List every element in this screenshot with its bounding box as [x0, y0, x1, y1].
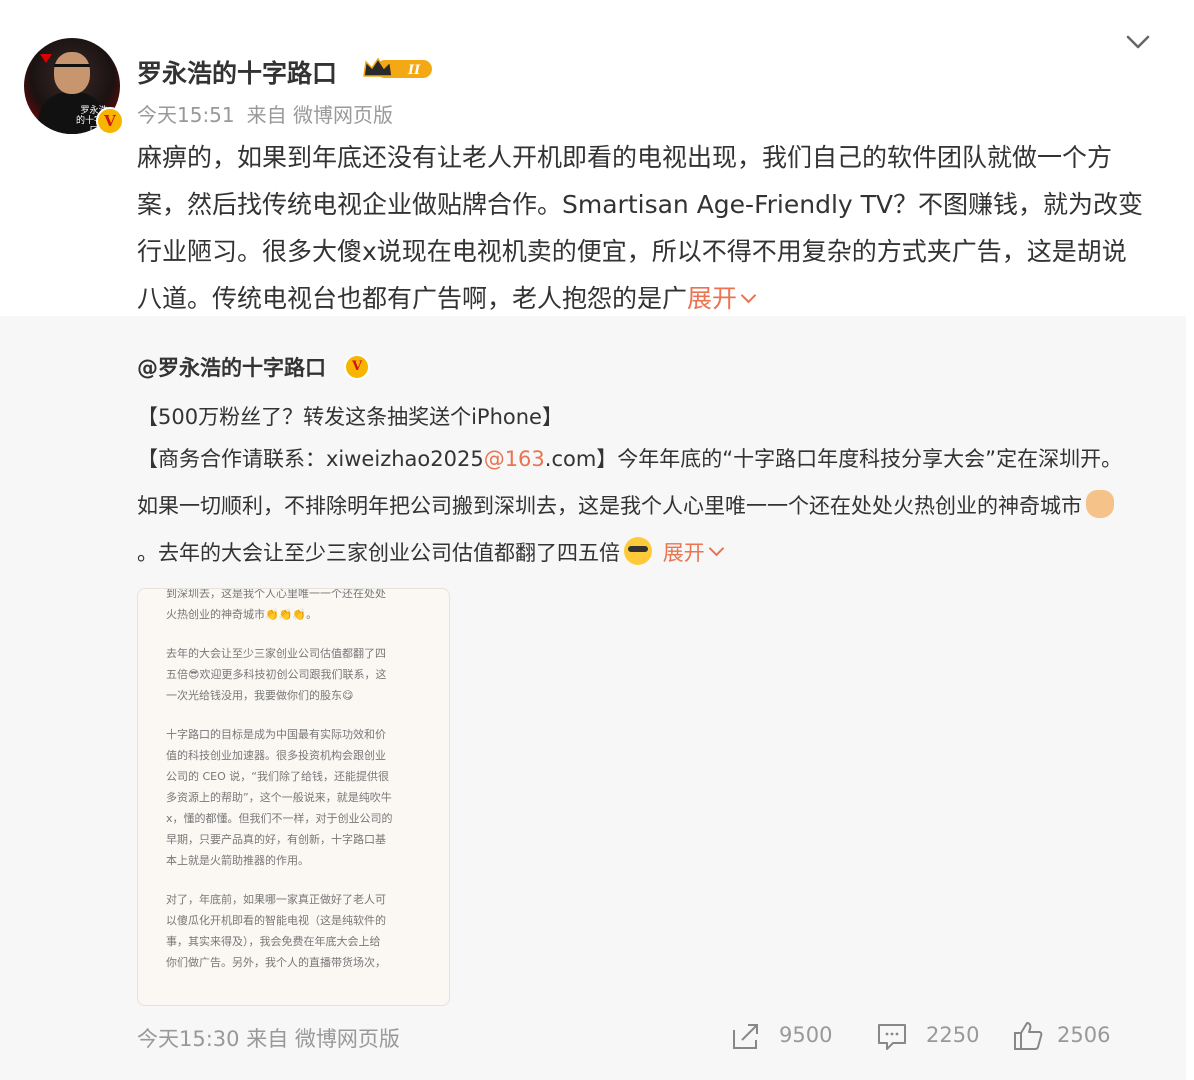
verified-badge-icon: V — [96, 107, 124, 135]
image-text-line — [138, 706, 449, 724]
image-text-line: 早期，只要产品真的好，有创新，十字路口基 — [166, 833, 386, 846]
image-text-line: x，懂的都懂。但我们不一样，对于创业公司的 — [166, 812, 393, 825]
image-text-line: 火热创业的神奇城市👏👏👏。 — [166, 608, 318, 621]
image-text-line — [138, 871, 449, 889]
repost-count[interactable]: 9500 — [779, 1023, 832, 1047]
fist-emoji-icon — [1086, 490, 1114, 518]
email-link[interactable]: @163 — [484, 447, 545, 471]
post-time[interactable]: 今天15:51 — [137, 103, 235, 127]
post-meta: 今天15:51 来自 微博网页版 — [137, 99, 405, 128]
member-level-badge-icon: II — [363, 57, 432, 78]
repost-headline: 【500万粉丝了？转发这条抽奖送个iPhone】 — [137, 405, 563, 429]
like-icon[interactable] — [1012, 1020, 1044, 1052]
image-text-line: 去年的大会让至少三家创业公司估值都翻了四 — [166, 647, 386, 660]
avatar-glasses — [54, 64, 90, 76]
image-text-line: 多资源上的帮助”，这个一般说来，就是纯吹牛 — [166, 791, 392, 804]
image-text-line: 到深圳去，这是我个人心里唯一一个还在处处 — [166, 588, 386, 600]
repost-body-prefix: 【商务合作请联系：xiweizhao2025 — [137, 447, 484, 471]
repost-meta: 今天15:30 来自 微博网页版 — [137, 1023, 400, 1053]
image-text-line: 一次光给钱没用，我要做你们的股东😋 — [166, 689, 354, 702]
level-text: II — [407, 63, 421, 78]
repost-author-name[interactable]: @罗永浩的十字路口 — [137, 356, 326, 380]
share-icon[interactable] — [730, 1020, 762, 1052]
image-text-line: 十字路口的目标是成为中国最有实际功效和价 — [166, 728, 386, 741]
image-text-line: 本上就是火箭助推器的作用。 — [166, 854, 309, 867]
image-text-line: 以傻瓜化开机即看的智能电视（这是纯软件的 — [166, 914, 386, 927]
repost-verified-badge-icon: V — [344, 354, 370, 380]
post-expand-link[interactable]: 展开 — [687, 284, 754, 313]
repost-client: 微博网页版 — [294, 1027, 400, 1051]
image-text-line: 事，其实来得及），我会免费在年底大会上给 — [166, 935, 381, 948]
image-text-line: 你们做广告。另外，我个人的直播带货场次， — [166, 956, 386, 969]
post-source: 来自 微博网页版 — [246, 103, 393, 127]
repost-image-thumbnail[interactable]: 到深圳去，这是我个人心里唯一一个还在处处 火热创业的神奇城市👏👏👏。去年的大会让至… — [137, 588, 450, 1006]
cool-emoji-icon — [624, 537, 652, 565]
repost-source: 来自 — [246, 1027, 289, 1051]
like-count[interactable]: 2506 — [1057, 1023, 1110, 1047]
chevron-down-icon[interactable] — [1124, 30, 1152, 54]
post-text: 麻痹的，如果到年底还没有让老人开机即看的电视出现，我们自己的软件团队就做一个方案… — [137, 134, 1147, 322]
author-name[interactable]: 罗永浩的十字路口 — [137, 54, 337, 90]
repost-body: 【商务合作请联系：xiweizhao2025@163.com】今年年底的“十字路… — [137, 436, 1137, 577]
post-text-body: 麻痹的，如果到年底还没有让老人开机即看的电视出现，我们自己的软件团队就做一个方案… — [137, 143, 1144, 313]
repost-body-after-emoji: 。去年的大会让至少三家创业公司估值都翻了四五倍 — [137, 541, 620, 565]
comment-icon[interactable] — [876, 1020, 908, 1052]
comment-count[interactable]: 2250 — [926, 1023, 979, 1047]
image-text-line: 五倍😎欢迎更多科技初创公司跟我们联系，这 — [166, 668, 387, 681]
image-text-line: 对了，年底前，如果哪一家真正做好了老人可 — [166, 893, 386, 906]
image-text-line — [138, 625, 449, 643]
image-text-line: 公司的 CEO 说，“我们除了给钱，还能提供很 — [166, 770, 389, 783]
repost-author[interactable]: @罗永浩的十字路口 — [137, 352, 326, 382]
image-text-line: 值的科技创业加速器。很多投资机构会跟创业 — [166, 749, 386, 762]
brand-mark-icon — [40, 54, 52, 63]
repost-expand-link[interactable]: 展开 — [663, 541, 722, 565]
repost-time[interactable]: 今天15:30 — [137, 1027, 240, 1051]
